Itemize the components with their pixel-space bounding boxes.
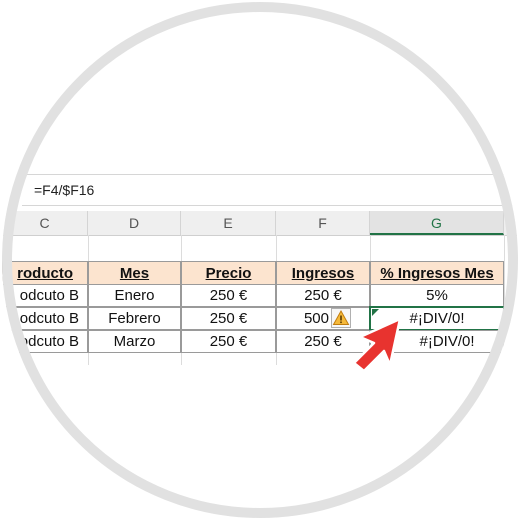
cell-ingresos[interactable]: 250 € (276, 284, 370, 307)
cell-porcentaje[interactable]: 5% (370, 284, 504, 307)
column-header-d[interactable]: D (88, 211, 181, 235)
grid-line (504, 235, 505, 365)
header-cell-mes[interactable]: Mes (88, 261, 181, 285)
column-letter: C (39, 215, 50, 231)
formula-bar[interactable]: =F4/$F16 (22, 174, 518, 206)
header-cell-producto[interactable]: roducto (2, 261, 88, 285)
fill-handle[interactable] (499, 326, 507, 334)
cell-precio[interactable]: 250 € (181, 330, 276, 353)
column-header-c[interactable]: C (2, 211, 88, 235)
circle-frame: =F4/$F16 C D E F G roducto Mes Precio In… (2, 2, 518, 518)
cell-mes[interactable]: Enero (88, 284, 181, 307)
cell-producto[interactable]: odcuto B (2, 330, 88, 353)
spreadsheet-grid: roducto Mes Precio Ingresos % Ingresos M… (2, 235, 518, 518)
column-letter: F (318, 215, 327, 231)
column-header-g[interactable]: G (370, 211, 504, 235)
cell-producto[interactable]: odcuto B (2, 284, 88, 307)
formula-text: =F4/$F16 (34, 182, 95, 198)
column-header-f[interactable]: F (276, 211, 370, 235)
column-letter: E (223, 215, 233, 231)
cell-mes[interactable]: Marzo (88, 330, 181, 353)
red-arrow-icon (352, 317, 402, 373)
cell-precio[interactable]: 250 € (181, 307, 276, 330)
column-letter: D (128, 215, 140, 231)
cell-producto[interactable]: odcuto B (2, 307, 88, 330)
header-cell-precio[interactable]: Precio (181, 261, 276, 285)
cell-precio[interactable]: 250 € (181, 284, 276, 307)
header-cell-porcentaje[interactable]: % Ingresos Mes (370, 261, 504, 285)
header-cell-ingresos[interactable]: Ingresos (276, 261, 370, 285)
column-header-e[interactable]: E (181, 211, 276, 235)
column-letter: G (431, 215, 442, 231)
column-header-row: C D E F G (2, 211, 518, 236)
cell-mes[interactable]: Febrero (88, 307, 181, 330)
